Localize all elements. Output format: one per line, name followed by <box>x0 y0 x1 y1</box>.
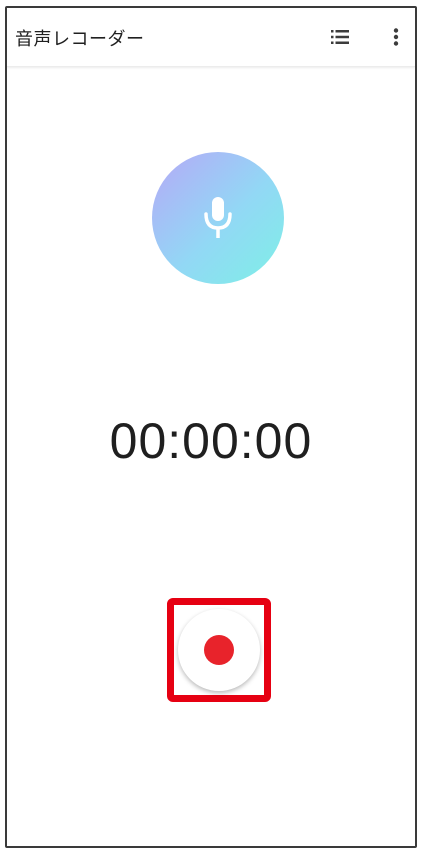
list-icon <box>331 30 349 44</box>
app-bar: 音声レコーダー <box>7 8 415 67</box>
record-dot-icon <box>204 635 234 665</box>
record-button[interactable] <box>178 609 260 691</box>
recordings-list-button[interactable] <box>325 22 355 52</box>
record-button-highlight <box>167 598 271 702</box>
microphone-icon <box>204 197 232 238</box>
more-vert-icon <box>393 28 399 46</box>
app-title: 音声レコーダー <box>15 29 145 50</box>
mic-indicator <box>152 152 284 284</box>
elapsed-time: 00:00:00 <box>109 413 313 469</box>
phone-screen: 音声レコーダー 00:00:00 <box>5 6 417 848</box>
more-options-button[interactable] <box>384 22 408 52</box>
